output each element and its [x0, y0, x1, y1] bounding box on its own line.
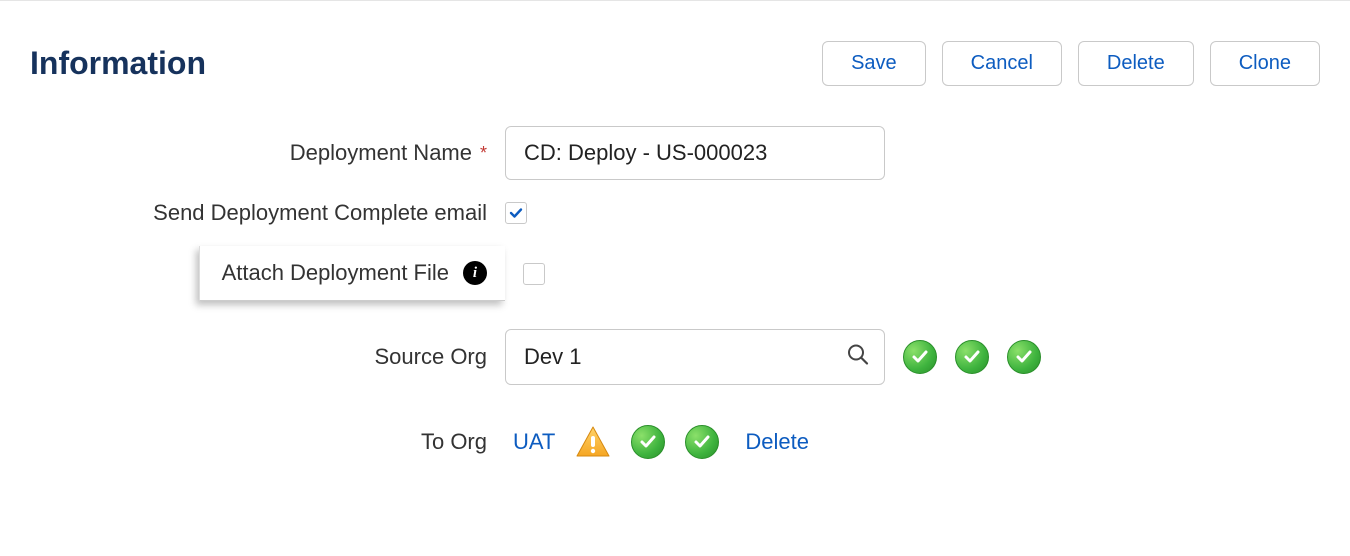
delete-button[interactable]: Delete [1078, 41, 1194, 86]
status-ok-icon [955, 340, 989, 374]
deployment-name-label: Deployment Name [290, 140, 472, 166]
status-warning-icon [575, 425, 611, 459]
cancel-button[interactable]: Cancel [942, 41, 1062, 86]
to-org-link[interactable]: UAT [513, 429, 555, 455]
status-ok-icon [1007, 340, 1041, 374]
to-org-label: To Org [421, 429, 487, 455]
source-org-input[interactable] [505, 329, 885, 385]
status-ok-icon [903, 340, 937, 374]
clone-button[interactable]: Clone [1210, 41, 1320, 86]
checkmark-icon [508, 205, 524, 221]
status-ok-icon [631, 425, 665, 459]
section-title: Information [30, 45, 822, 82]
action-buttons: Save Cancel Delete Clone [822, 41, 1320, 86]
required-star-icon: * [480, 143, 487, 164]
attach-file-label: Attach Deployment File [222, 260, 449, 286]
status-ok-icon [685, 425, 719, 459]
send-email-label: Send Deployment Complete email [153, 200, 487, 226]
save-button[interactable]: Save [822, 41, 926, 86]
attach-file-checkbox[interactable] [523, 263, 545, 285]
search-icon[interactable] [847, 344, 869, 371]
deployment-name-input[interactable] [505, 126, 885, 180]
to-org-delete-link[interactable]: Delete [745, 429, 809, 455]
source-org-label: Source Org [375, 344, 488, 370]
send-email-checkbox[interactable] [505, 202, 527, 224]
info-icon[interactable]: i [463, 261, 487, 285]
